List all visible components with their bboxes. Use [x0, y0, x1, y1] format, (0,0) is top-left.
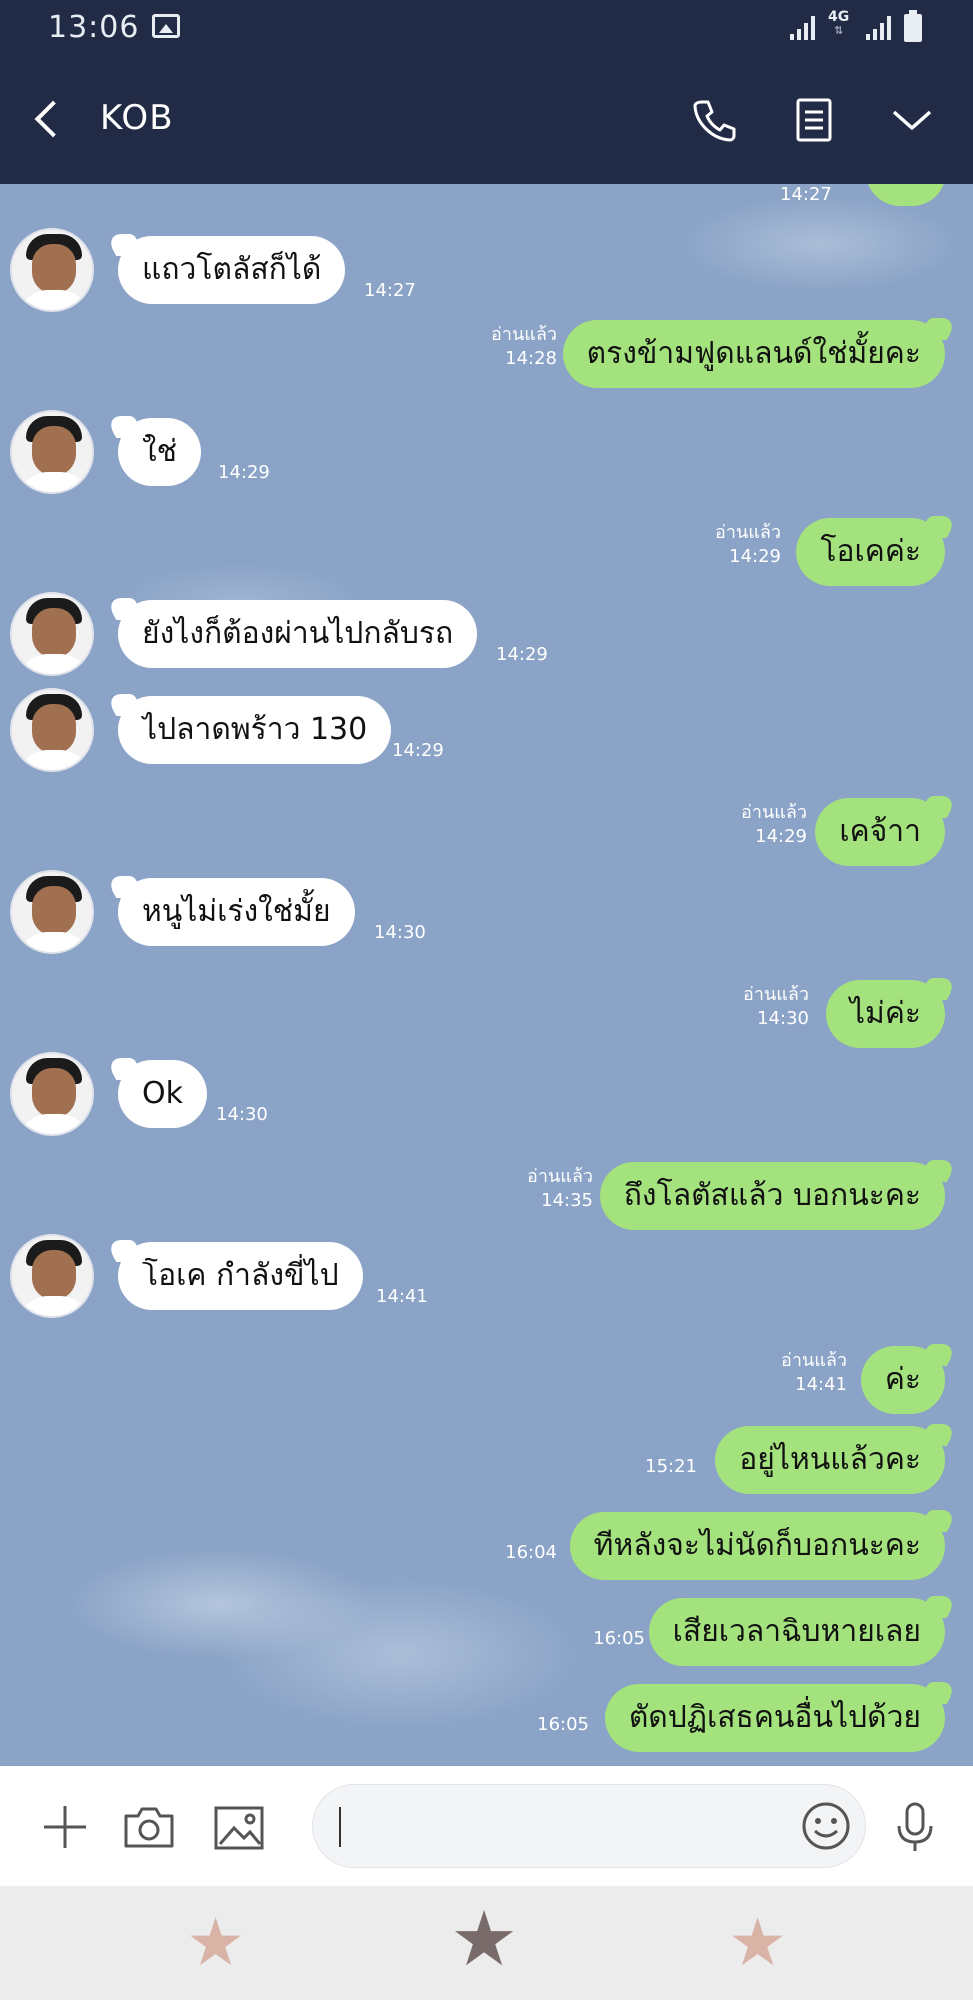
read-receipt: อ่านแล้ว — [715, 522, 781, 543]
read-receipt: อ่านแล้ว — [781, 1350, 847, 1371]
message-time: 14:30 — [216, 1104, 268, 1125]
starfish-sticker-icon[interactable]: ★ — [450, 1901, 518, 1977]
avatar[interactable] — [10, 410, 94, 494]
read-receipt: อ่านแล้ว — [527, 1166, 593, 1187]
status-time: 13:06 — [48, 10, 140, 45]
message-time: 14:29 — [496, 644, 548, 665]
signal-strength-icon — [790, 16, 816, 40]
chat-title: KOB — [100, 98, 174, 138]
message-input-bar — [0, 1766, 973, 1886]
avatar[interactable] — [10, 1052, 94, 1136]
starfish-sticker-icon[interactable]: ★ — [186, 1910, 245, 1976]
message-time: 14:29 — [755, 826, 807, 847]
message-time: 14:29 — [218, 462, 270, 483]
message-time: 14:27 — [364, 280, 416, 301]
message-bubble-incoming[interactable]: Ok — [118, 1060, 207, 1128]
network-type-indicator: 4G ⇅ — [828, 9, 850, 37]
sticker-bar: ★ ★ ★ — [0, 1886, 973, 2000]
message-time: 14:30 — [757, 1008, 809, 1029]
message-time: 14:27 — [780, 184, 832, 205]
message-bubble-incoming[interactable]: หนูไม่เร่งใช่มั้ย — [118, 878, 355, 946]
message-time: 15:21 — [645, 1456, 697, 1477]
message-time: 14:41 — [795, 1374, 847, 1395]
microphone-icon[interactable] — [888, 1800, 942, 1854]
gallery-notification-icon — [152, 14, 180, 38]
message-time: 14:29 — [729, 546, 781, 567]
message-time: 14:30 — [374, 922, 426, 943]
message-input[interactable] — [312, 1784, 866, 1868]
back-icon[interactable] — [30, 100, 66, 140]
avatar[interactable] — [10, 592, 94, 676]
message-bubble-outgoing[interactable]: ไม่ค่ะ — [825, 980, 945, 1048]
read-receipt: อ่านแล้ว — [743, 984, 809, 1005]
message-bubble-incoming[interactable]: ใช่ — [118, 418, 202, 486]
plus-icon[interactable] — [38, 1800, 92, 1854]
message-time: 14:35 — [541, 1190, 593, 1211]
read-receipt: อ่านแล้ว — [491, 324, 557, 345]
avatar[interactable] — [10, 870, 94, 954]
message-bubble-incoming[interactable]: ยังไงก็ต้องผ่านไปกลับรถ — [118, 600, 478, 668]
image-icon[interactable] — [212, 1800, 266, 1854]
status-bar: 13:06 4G ⇅ — [0, 0, 973, 56]
message-bubble-outgoing[interactable]: เคจ้าา — [815, 798, 945, 866]
camera-icon[interactable] — [122, 1800, 176, 1854]
message-bubble-incoming[interactable]: ไปลาดพร้าว 130 — [118, 696, 392, 764]
message-bubble-outgoing[interactable]: อยู่ไหนแล้วคะ — [715, 1426, 945, 1494]
message-bubble-outgoing[interactable]: ตรงข้ามฟูดแลนด์ใช่มั้ยคะ — [562, 320, 945, 388]
message-bubble-incoming[interactable]: แถวโตลัสก็ได้ — [118, 236, 346, 304]
chevron-down-icon[interactable] — [888, 96, 936, 144]
message-time: 16:04 — [505, 1542, 557, 1563]
avatar[interactable] — [10, 1234, 94, 1318]
text-caret — [339, 1807, 341, 1847]
phone-icon[interactable] — [690, 96, 738, 144]
message-bubble-outgoing[interactable]: ค่ะ — [860, 1346, 945, 1414]
message-time: 14:28 — [505, 348, 557, 369]
message-time: 14:29 — [392, 740, 444, 761]
message-bubble-outgoing[interactable]: ตัดปฏิเสธคนอื่นไปด้วย — [604, 1684, 945, 1752]
starfish-sticker-icon[interactable]: ★ — [728, 1910, 787, 1976]
avatar[interactable] — [10, 228, 94, 312]
message-bubble-outgoing[interactable]: ทีหลังจะไม่นัดก็บอกนะคะ — [569, 1512, 945, 1580]
avatar[interactable] — [10, 688, 94, 772]
message-bubble-outgoing[interactable]: โอเคค่ะ — [796, 518, 945, 586]
message-time: 14:41 — [376, 1286, 428, 1307]
emoji-icon[interactable] — [799, 1799, 853, 1853]
message-bubble-outgoing[interactable]: เสียเวลาฉิบหายเลย — [648, 1598, 945, 1666]
message-bubble-outgoing[interactable]: ถึงโลตัสแล้ว บอกนะคะ — [599, 1162, 945, 1230]
message-time: 16:05 — [593, 1628, 645, 1649]
message-bubble-incoming[interactable]: โอเค กำลังขี่ไป — [118, 1242, 363, 1310]
signal-strength-icon-2 — [866, 16, 892, 40]
read-receipt: อ่านแล้ว — [741, 802, 807, 823]
chat-header: KOB — [0, 56, 973, 184]
notes-icon[interactable] — [790, 96, 838, 144]
battery-icon — [904, 10, 922, 42]
chat-area[interactable]: 14:27 แถวโตลัสก็ได้ 14:27 อ่านแล้ว 14:28… — [0, 184, 973, 1766]
message-bubble-outgoing[interactable] — [866, 184, 946, 206]
message-time: 16:05 — [537, 1714, 589, 1735]
